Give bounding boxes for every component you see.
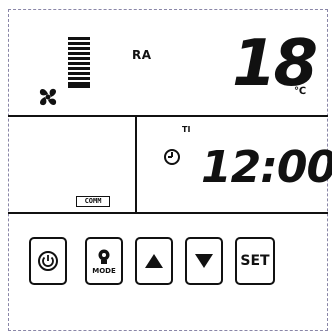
up-button[interactable] xyxy=(135,237,173,285)
time-readout: 12:00 xyxy=(201,142,332,193)
fan-speed-bars xyxy=(68,37,90,90)
power-button[interactable] xyxy=(29,237,67,285)
fan-speed-bar xyxy=(68,67,90,70)
fan-speed-bar xyxy=(68,42,90,45)
fan-speed-bar xyxy=(68,47,90,50)
fan-speed-bar xyxy=(68,62,90,65)
divider-middle xyxy=(8,212,328,214)
mode-button[interactable]: MODE xyxy=(85,237,123,285)
fan-speed-bar xyxy=(68,57,90,60)
comm-badge: COMM xyxy=(76,196,110,207)
fan-speed-bar xyxy=(68,72,90,75)
triangle-up-icon xyxy=(145,254,163,268)
divider-vertical xyxy=(135,115,137,214)
thermostat-panel: RA 18 ℃ COMM TI 12:00 MODE SET xyxy=(2,2,332,331)
room-air-label: RA xyxy=(132,48,152,62)
mode-icon xyxy=(98,249,110,264)
temperature-unit: ℃ xyxy=(294,86,307,97)
triangle-down-icon xyxy=(195,254,213,268)
mode-button-label: MODE xyxy=(92,266,116,275)
fan-speed-bar xyxy=(68,52,90,55)
set-button[interactable]: SET xyxy=(235,237,275,285)
divider-top xyxy=(8,115,328,117)
clock-icon xyxy=(164,149,180,165)
fan-speed-bar xyxy=(68,77,90,80)
down-button[interactable] xyxy=(185,237,223,285)
timer-label: TI xyxy=(182,125,191,134)
fan-icon xyxy=(39,88,57,106)
fan-speed-bar xyxy=(68,82,90,88)
power-icon xyxy=(38,251,58,271)
fan-speed-bar xyxy=(68,37,90,40)
set-button-label: SET xyxy=(240,253,270,269)
